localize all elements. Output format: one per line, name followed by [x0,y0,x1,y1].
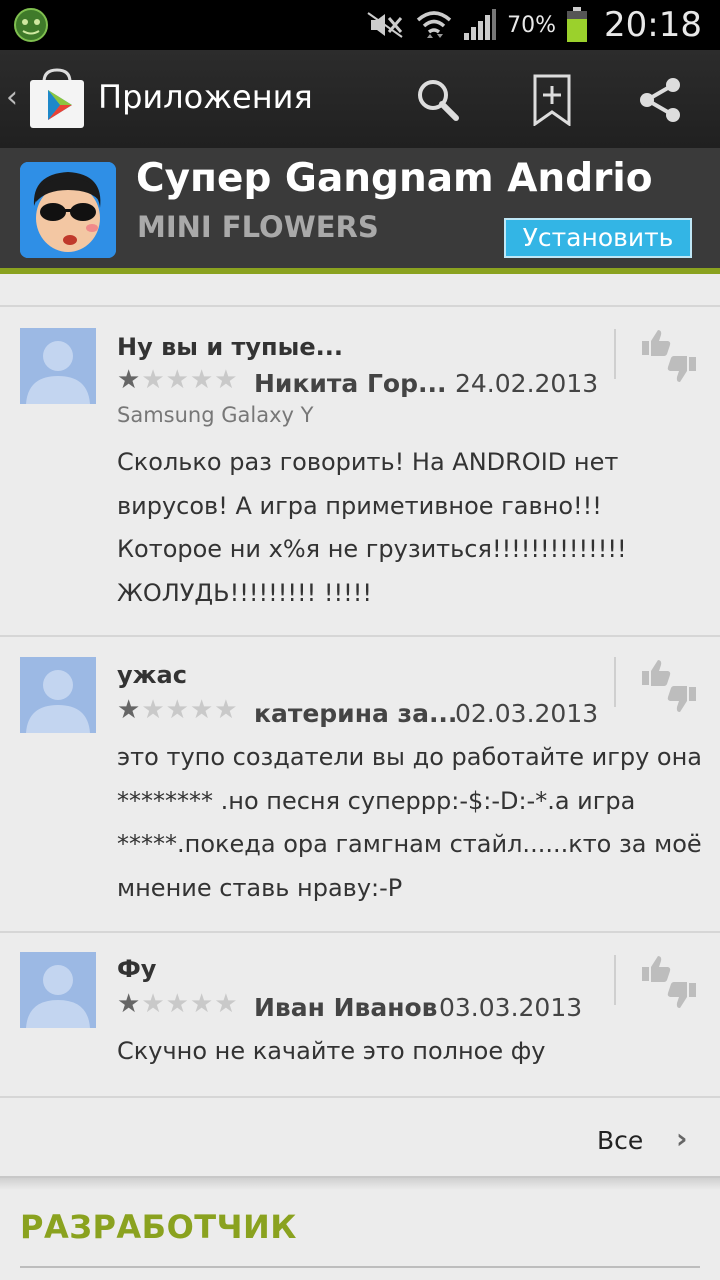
chevron-right-icon: › [676,1122,688,1155]
divider [614,329,616,379]
app-title: Супер Gangnam Andrio [136,156,653,201]
bookmark-add-icon [533,74,571,126]
thumbs-down-icon [667,982,696,1008]
divider [614,955,616,1005]
review-date: 24.02.2013 [455,369,599,398]
review-title: Фу [117,955,157,983]
helpful-rating-button[interactable] [640,327,698,385]
app-developer-link[interactable]: MINI FLOWERS [137,210,379,244]
star-icon: ★ [214,695,238,725]
play-store-icon [30,68,84,128]
status-bar: 70% 20:18 [0,0,720,50]
star-icon: ★ [214,365,238,395]
thumbs-down-icon [667,356,696,382]
review-author: Иван Иванов [254,993,438,1022]
review-date: 02.03.2013 [455,699,599,728]
app-header: Супер Gangnam Andrio MINI FLOWERS Устано… [0,148,720,274]
review-item: Ну вы и тупые... ★ ★ ★ ★ ★ Никита Гор... 24.… [0,307,720,637]
star-icon: ★ [141,989,165,1019]
avatar [20,952,96,1028]
review-title: Ну вы и тупые... [117,333,343,361]
divider [614,657,616,707]
all-reviews-link[interactable]: Все › [0,1098,720,1176]
star-icon: ★ [165,989,189,1019]
star-icon: ★ [165,365,189,395]
star-icon: ★ [141,365,165,395]
star-icon: ★ [189,365,214,395]
mute-icon [367,12,403,38]
install-button[interactable]: Установить [504,218,692,258]
battery-percent: 70% [507,12,557,38]
star-rating: ★ ★ ★ ★ ★ [117,367,238,393]
star-icon: ★ [117,989,141,1019]
review-text: Сколько раз говорить! На ANDROID нет вир… [117,448,627,607]
avatar [20,328,96,404]
star-rating: ★ ★ ★ ★ ★ [117,697,238,723]
star-rating: ★ ★ ★ ★ ★ [117,991,238,1017]
thumbs-down-icon [667,686,696,712]
star-icon: ★ [189,989,214,1019]
star-icon: ★ [117,365,141,395]
battery-icon [567,7,588,42]
review-title: ужас [117,661,187,689]
review-text: Скучно не качайте это полное фу [117,1037,546,1065]
star-icon: ★ [117,695,141,725]
search-icon [418,80,459,121]
helpful-rating-button[interactable] [640,657,698,715]
review-device: Samsung Galaxy Y [117,403,314,427]
wishlist-button[interactable] [522,70,582,130]
avatar [20,657,96,733]
review-item: ужас ★ ★ ★ ★ ★ катерина за... 02.03.2013 это… [0,637,720,933]
section-divider [0,1176,720,1190]
share-button[interactable] [630,70,690,130]
review-author: катерина за... [254,699,458,728]
review-text: это тупо создатели вы до работайте игру … [117,743,702,902]
thumbs-up-icon [642,330,671,356]
developer-section-heading: РАЗРАБОТЧИК [20,1208,297,1246]
review-item: Фу ★ ★ ★ ★ ★ Иван Иванов 03.03.2013 Скучно н… [0,933,720,1098]
star-icon: ★ [141,695,165,725]
divider [20,1266,700,1268]
search-button[interactable] [408,70,468,130]
all-reviews-label: Все [597,1126,644,1155]
helpful-rating-button[interactable] [640,953,698,1011]
clock: 20:18 [604,5,702,45]
action-bar: ‹ Приложения [0,50,720,148]
wifi-icon [416,11,452,38]
star-icon: ★ [189,695,214,725]
app-notification-icon [14,8,48,42]
chevron-left-icon: ‹ [6,80,18,115]
star-icon: ★ [165,695,189,725]
review-author: Никита Гор... [254,369,447,398]
star-icon: ★ [214,989,238,1019]
app-icon [20,162,116,258]
thumbs-up-icon [642,956,671,982]
review-date: 03.03.2013 [439,993,583,1022]
page-title: Приложения [98,78,313,116]
share-icon [640,78,680,122]
signal-icon [464,9,497,40]
thumbs-up-icon [642,660,671,686]
